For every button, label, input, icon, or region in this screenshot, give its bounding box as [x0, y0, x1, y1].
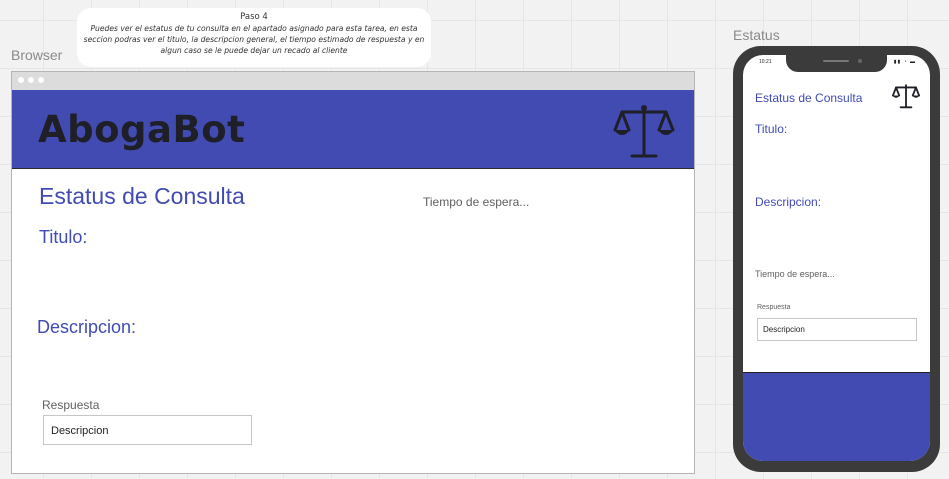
brand-logo: AbogaBot	[38, 108, 246, 151]
page-title: Estatus de Consulta	[755, 91, 863, 105]
camera-icon	[858, 59, 862, 63]
page-title: Estatus de Consulta	[39, 183, 245, 209]
status-time: 10:21	[759, 59, 772, 65]
response-label: Respuesta	[757, 304, 791, 311]
browser-frame-label: Browser	[11, 47, 63, 63]
phone-screen: 10:21 ▮▮ ◔ ▬ Estatus de Consulta Titulo:…	[743, 55, 930, 461]
response-label: Respuesta	[42, 398, 100, 412]
window-dot[interactable]	[28, 77, 34, 83]
footer-bar	[743, 372, 930, 461]
header-banner: AbogaBot	[12, 90, 694, 169]
phone-notch	[786, 55, 887, 72]
browser-chrome	[12, 72, 694, 90]
browser-frame: AbogaBot Estatus de Consulta Titulo: Des…	[11, 71, 695, 474]
description-label: Descripcion:	[755, 195, 822, 209]
phone-frame: 10:21 ▮▮ ◔ ▬ Estatus de Consulta Titulo:…	[733, 46, 940, 472]
window-dot[interactable]	[38, 77, 44, 83]
note-title: Paso 4	[240, 12, 268, 22]
signal-wifi-battery-icon: ▮▮ ◔ ▬	[893, 59, 916, 65]
scale-icon	[892, 84, 920, 109]
wait-time-label: Tiempo de espera...	[423, 195, 530, 209]
title-label: Titulo:	[755, 122, 788, 136]
scale-icon	[613, 105, 675, 158]
title-label: Titulo:	[39, 227, 88, 247]
instruction-note: Paso 4 Puedes ver el estatus de tu consu…	[77, 8, 431, 67]
phone-frame-label: Estatus	[733, 27, 780, 43]
speaker-icon	[823, 60, 849, 62]
note-body: Puedes ver el estatus de tu consulta en …	[83, 24, 425, 55]
description-label: Descripcion:	[37, 317, 137, 337]
wait-time-label: Tiempo de espera...	[755, 269, 835, 279]
response-input[interactable]: Descripcion	[757, 318, 917, 341]
response-input[interactable]: Descripcion	[43, 415, 252, 445]
window-dot[interactable]	[18, 77, 24, 83]
